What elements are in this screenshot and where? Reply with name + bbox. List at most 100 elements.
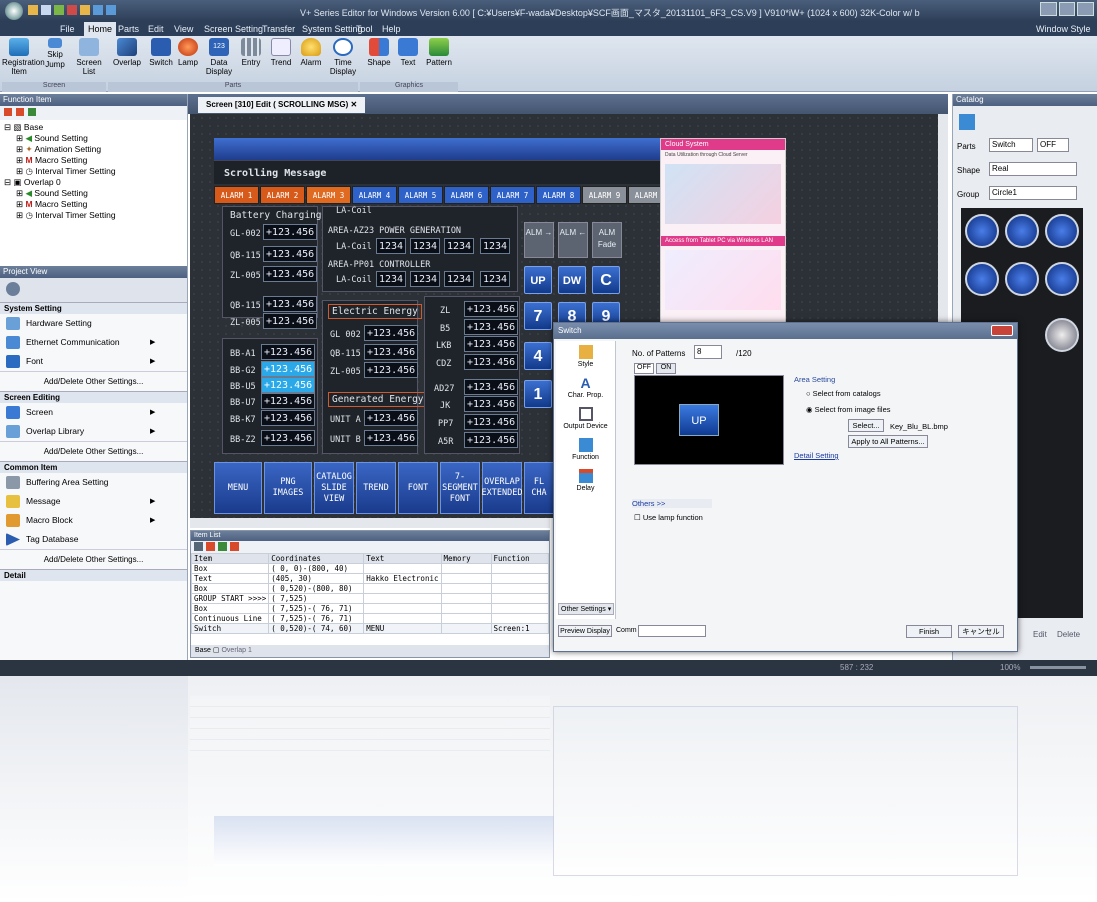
refresh-icon[interactable] [194, 542, 203, 551]
time-display-button[interactable]: Time Display [326, 38, 360, 82]
tree-interval-timer[interactable]: ⊞ ◷ Interval Timer Setting [4, 166, 187, 177]
comm-input[interactable] [638, 625, 706, 637]
alarm-8[interactable]: ALARM 8 [536, 186, 581, 204]
tree-overlap-0[interactable]: ⊟ ▣ Overlap 0 [4, 177, 187, 188]
alarm-6[interactable]: ALARM 6 [444, 186, 489, 204]
key-4[interactable]: 4 [524, 342, 552, 370]
value-display-selected[interactable]: +123.456 [261, 377, 316, 393]
tag-database-item[interactable]: Tag Database [0, 530, 187, 549]
alm-left-button[interactable]: ALM ← [558, 222, 588, 258]
catalog-switch-item[interactable] [1005, 262, 1039, 296]
catalog-pointer-icon[interactable] [959, 114, 975, 130]
tab-home[interactable]: Home [84, 22, 117, 36]
catalog-switch-item[interactable] [1045, 214, 1079, 248]
switch-button[interactable]: Switch [144, 38, 178, 82]
off-select[interactable]: OFF [1037, 138, 1069, 152]
use-lamp-checkbox[interactable]: ☐ Use lamp function [634, 513, 703, 522]
table-row[interactable]: Box( 0,520)-(800, 80) [190, 583, 549, 594]
table-row-selected[interactable]: Switch( 0,520)-( 74, 60) MENU Screen:1 [190, 623, 549, 634]
tab-parts[interactable]: Parts [118, 24, 139, 34]
table-row[interactable]: Continuous Line( 7,525)-( 76, 71) [190, 613, 549, 624]
font-menu-button[interactable]: FONT [398, 462, 438, 514]
tab-off[interactable]: OFF [634, 363, 654, 374]
tab-base[interactable]: Base [195, 647, 211, 654]
key-dw[interactable]: DW [558, 266, 586, 294]
tree-sound-setting-2[interactable]: ⊞ ◀ Sound Setting [4, 188, 187, 199]
menu-button[interactable]: MENU [214, 462, 262, 514]
tree-sound-setting[interactable]: ⊞ ◀ Sound Setting [4, 133, 187, 144]
quick-access-toolbar[interactable] [28, 5, 148, 17]
tree-macro-setting[interactable]: ⊞ M Macro Setting [4, 155, 187, 166]
table-row[interactable]: Box( 0, 0)-(800, 40) [190, 563, 549, 574]
key-7[interactable]: 7 [524, 302, 552, 330]
tab-edit[interactable]: Edit [148, 24, 164, 34]
finish-button[interactable]: Finish [906, 625, 952, 638]
trend-button[interactable]: Trend [266, 38, 296, 82]
alarm-4[interactable]: ALARM 4 [352, 186, 397, 204]
overlap-extended-button[interactable]: OVERLAP EXTENDED [482, 462, 522, 514]
sort-icon[interactable] [218, 542, 227, 551]
alarm-5[interactable]: ALARM 5 [398, 186, 443, 204]
add-delete-common-link[interactable]: Add/Delete Other Settings... [0, 549, 187, 569]
others-expander[interactable]: Others >> [632, 499, 712, 508]
tab-overlap-1[interactable]: Overlap 1 [221, 647, 251, 654]
shape-button[interactable]: Shape [364, 38, 394, 82]
parts-select[interactable]: Switch [989, 138, 1033, 152]
alm-fade-button[interactable]: ALM Fade [592, 222, 622, 258]
catalog-switch-item[interactable] [1005, 214, 1039, 248]
add-delete-system-link[interactable]: Add/Delete Other Settings... [0, 371, 187, 391]
detail-setting-link[interactable]: Detail Setting [794, 451, 839, 460]
tree-base[interactable]: ⊟ ▧ Base [4, 122, 187, 133]
common-item-section[interactable]: Common Item [0, 461, 187, 473]
catalog-edit-button[interactable]: Edit [1033, 630, 1047, 639]
back-icon[interactable] [6, 282, 20, 296]
column-header[interactable]: Memory [440, 553, 492, 564]
catalog-switch-item[interactable] [965, 214, 999, 248]
key-up[interactable]: UP [524, 266, 552, 294]
preview-display-button[interactable]: Preview Display [558, 625, 612, 637]
catalog-slide-view-button[interactable]: CATALOG SLIDE VIEW [314, 462, 354, 514]
catalog-delete-button[interactable]: Delete [1057, 630, 1080, 639]
trend-menu-button[interactable]: TREND [356, 462, 396, 514]
system-setting-section[interactable]: System Setting [0, 302, 187, 314]
group-select[interactable]: Circle1 [989, 186, 1077, 200]
lamp-button[interactable]: Lamp [174, 38, 202, 82]
zoom-slider[interactable] [1030, 666, 1086, 669]
side-char-prop[interactable]: A Char. Prop. [556, 368, 615, 399]
tab-screen-setting[interactable]: Screen Setting [204, 24, 263, 34]
shape-select[interactable]: Real [989, 162, 1077, 176]
key-c[interactable]: C [592, 266, 620, 294]
tab-view[interactable]: View [174, 24, 193, 34]
alarm-button[interactable]: Alarm [296, 38, 326, 82]
tab-tool[interactable]: Tool [356, 24, 373, 34]
alm-right-button[interactable]: ALM → [524, 222, 554, 258]
app-logo-icon[interactable] [5, 2, 23, 20]
catalog-switch-item[interactable] [1045, 262, 1079, 296]
column-header[interactable]: Coordinates [268, 553, 365, 564]
screen-item[interactable]: Screen ▶ [0, 403, 187, 422]
screen-edit-tab[interactable]: Screen [310] Edit ( SCROLLING MSG) ✕ [198, 97, 366, 113]
delete-icon[interactable] [16, 108, 24, 116]
tree-interval-timer-2[interactable]: ⊞ ◷ Interval Timer Setting [4, 210, 187, 221]
window-style-menu[interactable]: Window Style [1036, 24, 1091, 34]
jump-button[interactable]: Jump [40, 60, 70, 80]
alarm-7[interactable]: ALARM 7 [490, 186, 535, 204]
text-button[interactable]: Text [394, 38, 422, 82]
buffering-area-item[interactable]: Buffering Area Setting [0, 473, 187, 492]
close-icon[interactable] [1077, 2, 1095, 16]
alarm-9[interactable]: ALARM 9 [582, 186, 627, 204]
tab-transfer[interactable]: Transfer [262, 24, 295, 34]
export-icon[interactable] [230, 542, 239, 551]
pattern-button[interactable]: Pattern [422, 38, 456, 82]
hardware-setting-item[interactable]: Hardware Setting [0, 314, 187, 333]
horizontal-scrollbar[interactable] [190, 518, 550, 528]
column-header[interactable]: Function [490, 553, 549, 564]
alarm-3[interactable]: ALARM 3 [306, 186, 351, 204]
patterns-input[interactable]: 8 [694, 345, 722, 359]
catalog-switch-item[interactable] [1045, 318, 1079, 352]
radio-image-files[interactable]: ◉ Select from image files [806, 405, 891, 414]
maximize-icon[interactable] [1058, 2, 1076, 16]
side-style[interactable]: Style [556, 341, 615, 368]
cancel-button[interactable]: キャンセル [958, 625, 1004, 638]
dialog-close-icon[interactable] [991, 325, 1013, 336]
